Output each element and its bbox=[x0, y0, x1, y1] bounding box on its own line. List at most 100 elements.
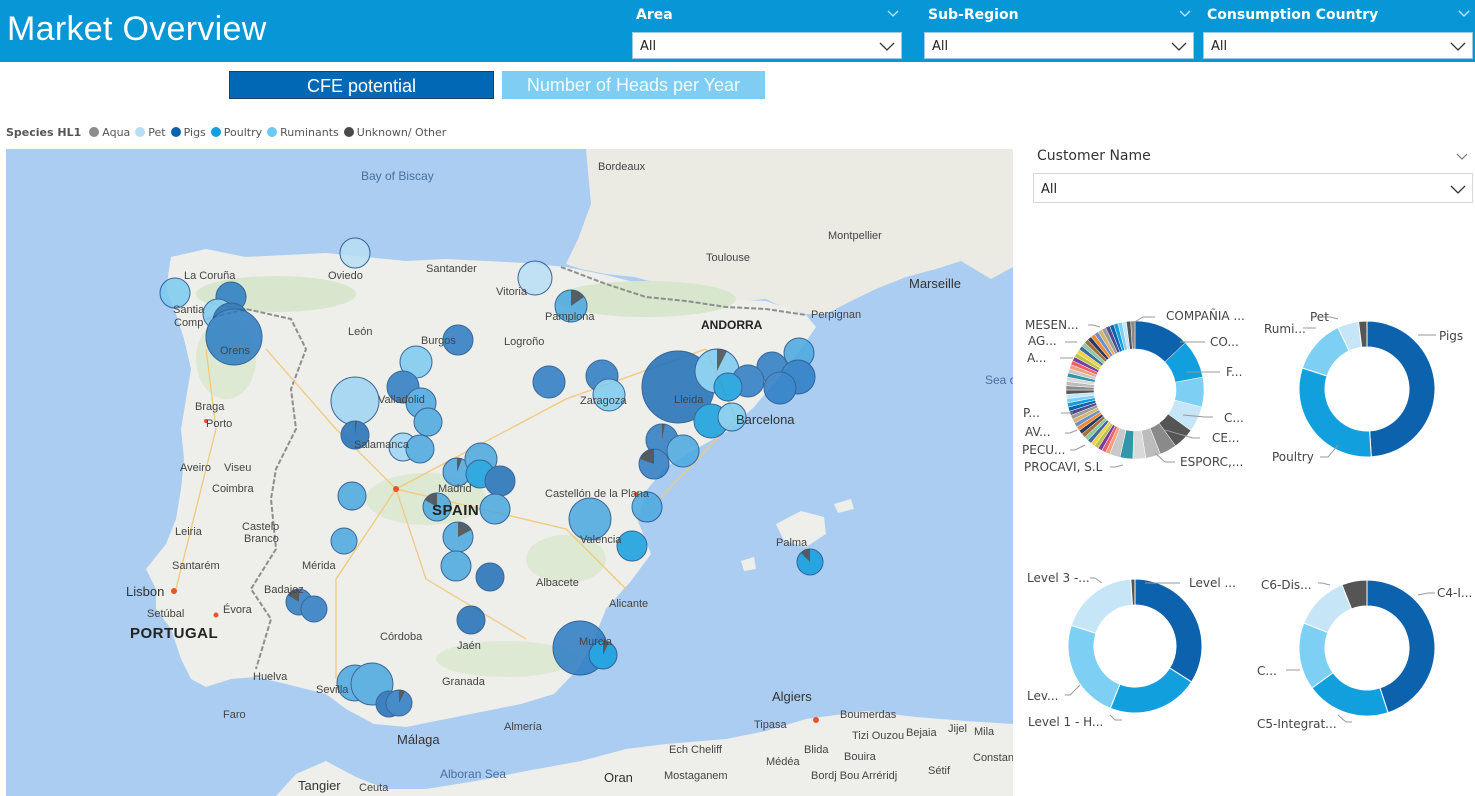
map-label: Oviedo bbox=[328, 270, 363, 282]
map-label: Sevilla bbox=[316, 684, 349, 696]
map-label: Albacete bbox=[536, 577, 579, 589]
customer-label: C... bbox=[1224, 411, 1244, 425]
map-label: Montpellier bbox=[828, 230, 882, 242]
bubble-marker bbox=[763, 371, 797, 405]
map-label: Burgos bbox=[421, 335, 456, 347]
map-label: La Coruña bbox=[184, 270, 236, 282]
sub-region-dropdown[interactable]: All bbox=[924, 32, 1194, 59]
legend-item-pigs[interactable]: Pigs bbox=[170, 126, 206, 139]
bubble-marker bbox=[413, 407, 443, 437]
cfe-potential-button[interactable]: CFE potential bbox=[229, 71, 494, 99]
heads-per-year-button[interactable]: Number of Heads per Year bbox=[502, 71, 765, 99]
map-label: Médéa bbox=[766, 756, 800, 768]
map-label: Zaragoza bbox=[580, 395, 627, 407]
bubble-marker bbox=[300, 595, 328, 623]
channel-label: C4-I... bbox=[1437, 586, 1473, 600]
map-label: Lisbon bbox=[126, 584, 165, 599]
map-label: Santarém bbox=[172, 560, 220, 572]
map-label: Barcelona bbox=[736, 412, 795, 427]
map-label: Sétif bbox=[928, 765, 951, 777]
customer-label: PECU... bbox=[1022, 443, 1066, 457]
map-label: Santia bbox=[173, 304, 205, 316]
report-page: Market Overview Area All Sub-Region All … bbox=[0, 0, 1475, 796]
legend-item-ruminants[interactable]: Ruminants bbox=[267, 126, 339, 139]
map-base bbox=[146, 149, 1013, 796]
chevron-down-icon[interactable] bbox=[1450, 39, 1466, 53]
legend-item-unknown-other[interactable]: Unknown/ Other bbox=[343, 126, 446, 139]
consumption-country-slicer-label: Consumption Country bbox=[1207, 7, 1379, 23]
level-label: Lev... bbox=[1027, 689, 1059, 703]
chevron-down-icon[interactable] bbox=[1171, 39, 1187, 53]
customer-name-dropdown[interactable]: All bbox=[1033, 173, 1473, 203]
map-label: Mostaganem bbox=[664, 770, 728, 782]
city-dot bbox=[213, 612, 219, 618]
map-label: Aveiro bbox=[180, 462, 211, 474]
map-label: Marseille bbox=[909, 276, 962, 291]
sub-region-slicer[interactable]: Sub-Region All bbox=[924, 0, 1194, 62]
bubble-map[interactable]: Bay of Biscay Bordeaux Montpellier Toulo… bbox=[6, 149, 1013, 796]
consumption-country-dropdown[interactable]: All bbox=[1203, 32, 1473, 59]
sub-region-slicer-label: Sub-Region bbox=[928, 7, 1019, 23]
map-label: Bouira bbox=[844, 751, 876, 763]
customer-label: AG... bbox=[1028, 334, 1057, 348]
customer-label: ESPORC,... bbox=[1180, 455, 1244, 469]
species-legend: Species HL1 Aqua Pet Pigs Poultry Rumina… bbox=[6, 125, 451, 139]
map-label: Bay of Biscay bbox=[361, 169, 434, 183]
legend-dot-icon bbox=[343, 127, 354, 137]
species-label: Poultry bbox=[1272, 450, 1314, 464]
map-label: Branco bbox=[244, 533, 279, 545]
map-label: Orens bbox=[220, 345, 250, 357]
chevron-down-icon[interactable] bbox=[886, 6, 900, 20]
map-label: PORTUGAL bbox=[130, 625, 219, 642]
area-slicer[interactable]: Area All bbox=[632, 0, 902, 62]
area-value: All bbox=[640, 39, 657, 54]
species-label: Pet bbox=[1310, 310, 1329, 324]
map-label: Valencia bbox=[580, 534, 622, 546]
bubble-marker bbox=[484, 465, 516, 497]
map-label: Ceuta bbox=[359, 782, 389, 794]
channel-label: C5-Integrat... bbox=[1257, 717, 1337, 731]
channel-label: C... bbox=[1257, 664, 1277, 678]
legend-dot-icon bbox=[89, 127, 100, 137]
map-label: León bbox=[348, 326, 373, 338]
legend-item-aqua[interactable]: Aqua bbox=[89, 126, 130, 139]
map-label: Mila bbox=[974, 726, 995, 738]
consumption-country-slicer[interactable]: Consumption Country All bbox=[1203, 0, 1473, 62]
chevron-down-icon[interactable] bbox=[879, 39, 895, 53]
map-label: Perpignan bbox=[811, 309, 862, 321]
legend-dot-icon bbox=[135, 127, 146, 137]
level-label: Level ... bbox=[1189, 576, 1236, 590]
customer-label: A... bbox=[1027, 351, 1047, 365]
map-label: Valladolid bbox=[378, 394, 425, 406]
customer-name-slicer[interactable]: Customer Name All bbox=[1033, 145, 1473, 205]
bubble-marker bbox=[713, 372, 743, 402]
chevron-down-icon[interactable] bbox=[1178, 6, 1192, 20]
chevron-down-icon[interactable] bbox=[1455, 149, 1469, 163]
customer-label: F... bbox=[1226, 365, 1243, 379]
species-label: Pigs bbox=[1439, 329, 1464, 343]
chevron-down-icon[interactable] bbox=[1457, 6, 1471, 20]
map-label: Málaga bbox=[397, 732, 440, 747]
area-dropdown[interactable]: All bbox=[632, 32, 902, 59]
level-donut-leaders bbox=[1065, 577, 1180, 721]
customer-label: CE... bbox=[1212, 431, 1240, 445]
legend-item-poultry[interactable]: Poultry bbox=[210, 126, 262, 139]
bubble-marker bbox=[330, 376, 380, 426]
map-label: Ech Cheliff bbox=[669, 744, 722, 756]
map-label: Jaén bbox=[457, 640, 481, 652]
bubble-marker bbox=[330, 527, 358, 555]
legend-dot-icon bbox=[210, 127, 221, 137]
species-label: Rumi... bbox=[1264, 322, 1306, 336]
bubble-marker bbox=[456, 605, 486, 635]
map-label: Sea o bbox=[985, 373, 1013, 387]
map-label: Castellón de la Plana bbox=[545, 488, 649, 500]
page-title: Market Overview bbox=[7, 10, 267, 48]
map-label: Leiria bbox=[175, 526, 202, 538]
legend-item-pet[interactable]: Pet bbox=[135, 126, 166, 139]
map-label: Boumerdas bbox=[840, 709, 897, 721]
chevron-down-icon[interactable] bbox=[1450, 182, 1466, 196]
map-label: Évora bbox=[223, 604, 252, 616]
map-label: Faro bbox=[223, 709, 246, 721]
map-label: Viseu bbox=[224, 462, 252, 474]
bubble-marker bbox=[405, 434, 435, 464]
